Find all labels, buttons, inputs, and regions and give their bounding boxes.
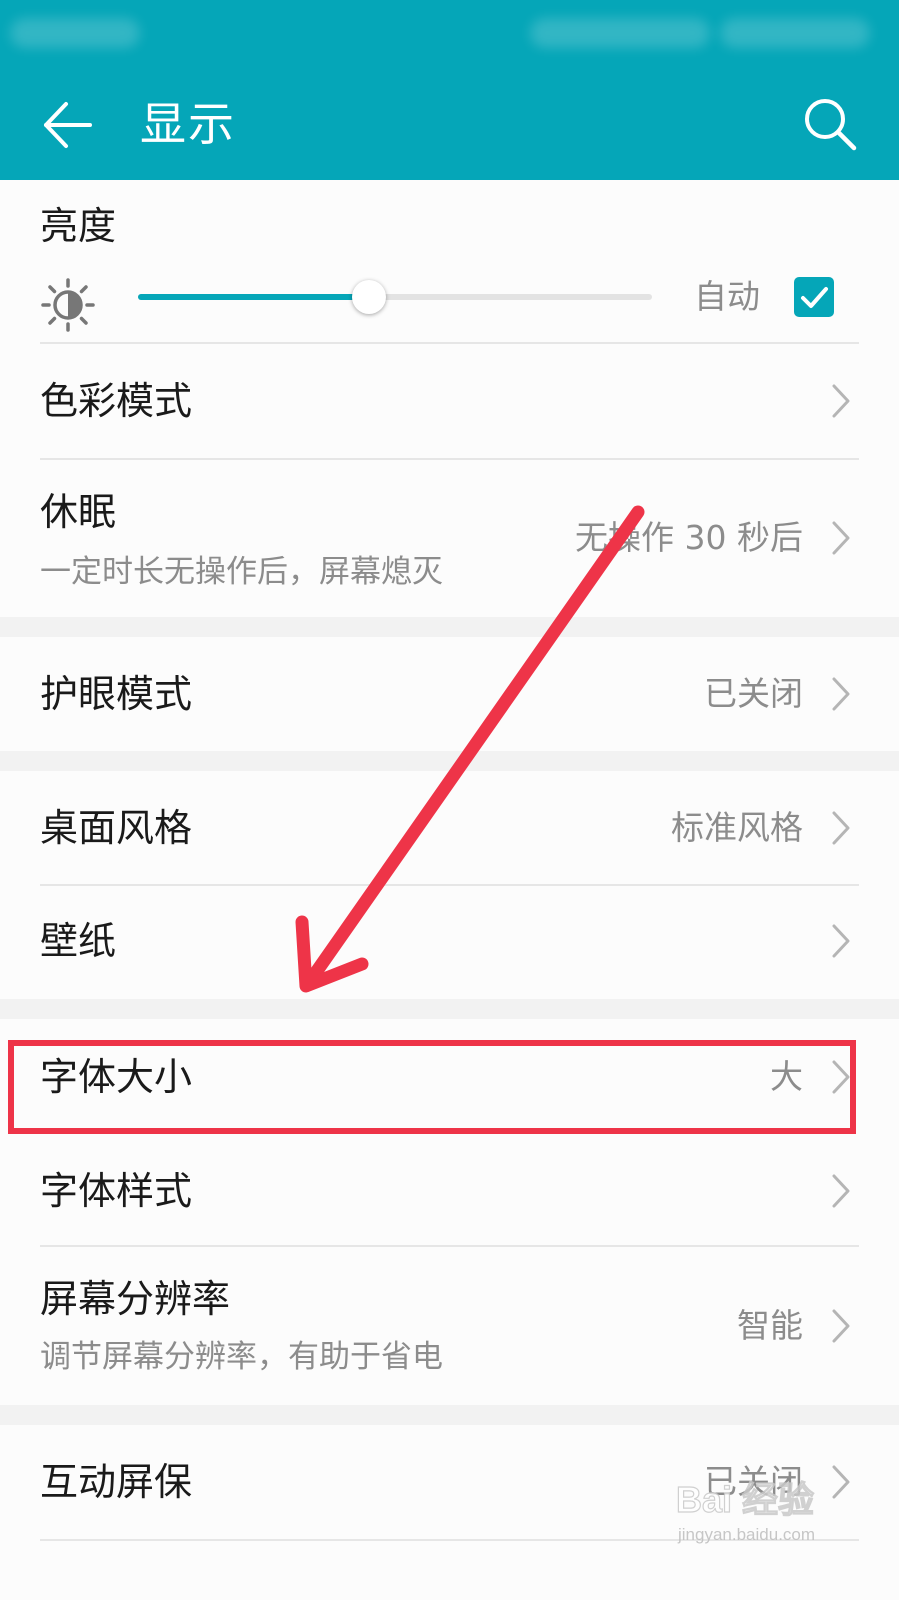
card-eye-comfort: 护眼模式 已关闭	[0, 637, 899, 751]
chevron-right-icon	[832, 1174, 850, 1208]
check-icon	[801, 287, 828, 308]
chevron-right-icon	[832, 1060, 850, 1094]
font-size-label: 字体大小	[40, 1055, 193, 1099]
resolution-label: 屏幕分辨率	[40, 1277, 231, 1321]
screensaver-value: 已关闭	[704, 1462, 803, 1501]
display-settings-screen: 显示 亮度 自动 色彩模式 休眠 一定时长无操作后，屏幕熄灭 无操作 30 秒后…	[0, 0, 899, 1600]
setting-row-font-size[interactable]: 字体大小 大	[0, 1019, 899, 1136]
setting-row-resolution[interactable]: 屏幕分辨率 调节屏幕分辨率，有助于省电 智能	[0, 1247, 899, 1405]
resolution-value: 智能	[737, 1306, 803, 1345]
page-title: 显示	[140, 97, 236, 151]
chevron-right-icon	[832, 384, 850, 418]
setting-row-sleep[interactable]: 休眠 一定时长无操作后，屏幕熄灭 无操作 30 秒后	[0, 460, 899, 617]
home-style-value: 标准风格	[671, 808, 803, 847]
setting-row-home-style[interactable]: 桌面风格 标准风格	[0, 771, 899, 884]
eye-comfort-label: 护眼模式	[40, 672, 193, 716]
brightness-slider[interactable]	[138, 280, 652, 314]
search-icon	[805, 99, 857, 151]
setting-row-wallpaper[interactable]: 壁纸	[0, 886, 899, 999]
color-mode-label: 色彩模式	[40, 379, 193, 423]
search-button[interactable]	[800, 94, 860, 154]
arrow-left-icon	[44, 102, 92, 148]
chevron-right-icon	[832, 677, 850, 711]
app-bar: 显示	[0, 68, 899, 180]
card-home-group: 桌面风格 标准风格 壁纸	[0, 771, 899, 999]
divider	[40, 1539, 859, 1541]
brightness-slider-thumb[interactable]	[352, 280, 387, 314]
font-style-label: 字体样式	[40, 1169, 193, 1213]
status-bar-left-blur	[10, 18, 140, 48]
status-bar-right-blur	[720, 18, 870, 48]
wallpaper-label: 壁纸	[40, 919, 117, 963]
setting-row-screensaver[interactable]: 互动屏保 已关闭	[0, 1425, 899, 1539]
sleep-subtitle: 一定时长无操作后，屏幕熄灭	[40, 554, 443, 590]
setting-row-color-mode[interactable]: 色彩模式	[0, 344, 899, 458]
setting-row-eye-comfort[interactable]: 护眼模式 已关闭	[0, 637, 899, 751]
card-font-group: 字体大小 大 字体样式 屏幕分辨率 调节屏幕分辨率，有助于省电 智能	[0, 1019, 899, 1405]
resolution-subtitle: 调节屏幕分辨率，有助于省电	[40, 1339, 443, 1375]
brightness-slider-fill	[138, 294, 370, 300]
chevron-right-icon	[832, 811, 850, 845]
sleep-label: 休眠	[40, 490, 117, 534]
chevron-right-icon	[832, 1309, 850, 1343]
card-brightness-group: 亮度 自动 色彩模式 休眠 一定时长无操作后，屏幕熄灭 无操作 30 秒后	[0, 180, 899, 617]
chevron-right-icon	[832, 521, 850, 555]
sleep-value: 无操作 30 秒后	[575, 518, 803, 557]
status-bar-center-blur	[530, 18, 710, 48]
chevron-right-icon	[832, 924, 850, 958]
card-screensaver: 互动屏保 已关闭	[0, 1425, 899, 1600]
brightness-sun-icon	[41, 278, 95, 332]
status-bar	[0, 0, 899, 68]
font-size-value: 大	[770, 1057, 803, 1096]
screensaver-label: 互动屏保	[40, 1460, 193, 1504]
setting-row-font-style[interactable]: 字体样式	[0, 1136, 899, 1245]
home-style-label: 桌面风格	[40, 806, 193, 850]
eye-comfort-value: 已关闭	[704, 674, 803, 713]
auto-brightness-checkbox[interactable]	[794, 277, 834, 317]
chevron-right-icon	[832, 1465, 850, 1499]
auto-brightness-label: 自动	[694, 277, 760, 316]
brightness-label: 亮度	[40, 204, 117, 248]
back-button[interactable]	[38, 96, 96, 154]
